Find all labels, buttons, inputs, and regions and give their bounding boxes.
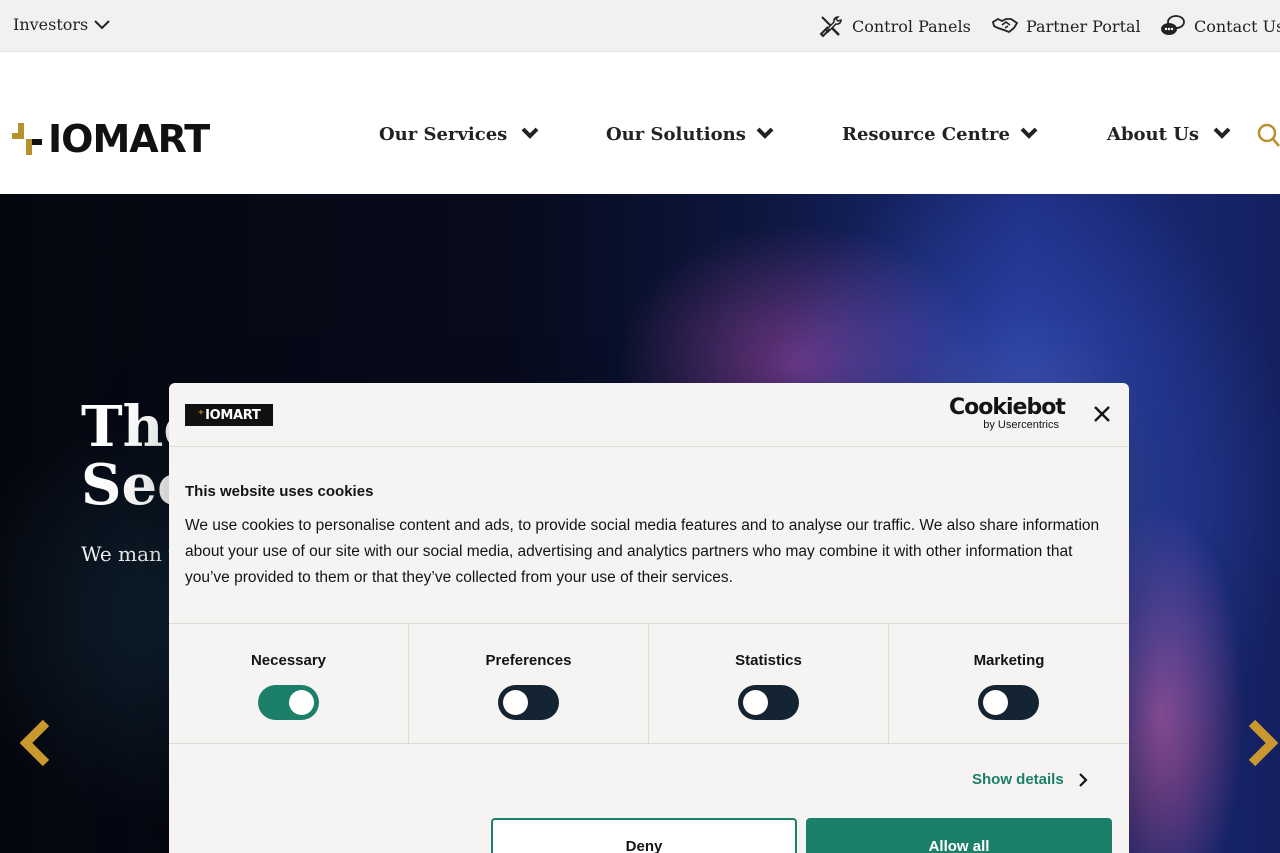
investors-label: Investors <box>13 15 89 34</box>
cookie-dialog-body: We use cookies to personalise content an… <box>185 517 1100 586</box>
previous-slide-arrow-icon[interactable] <box>20 720 52 766</box>
necessary-toggle[interactable] <box>258 685 319 720</box>
logo-mark-icon <box>12 123 42 155</box>
investors-menu[interactable]: Investors <box>13 15 110 34</box>
contact-us-label: Contact Us <box>1194 16 1280 36</box>
search-icon[interactable] <box>1256 122 1280 148</box>
allow-all-button[interactable]: Allow all <box>806 818 1112 853</box>
tools-icon <box>819 16 842 38</box>
cookie-categories: Necessary Preferences Statistics Marketi… <box>169 623 1129 744</box>
category-necessary: Necessary <box>169 624 409 743</box>
chevron-right-icon <box>1078 772 1088 787</box>
cookie-consent-dialog: ⁺ IOMART Cookiebot by Usercentrics This … <box>169 383 1129 853</box>
category-label: Necessary <box>250 652 327 669</box>
cookie-dialog-title: This website uses cookies <box>185 483 374 500</box>
category-statistics: Statistics <box>649 624 889 743</box>
logo-mark-icon: ⁺ <box>197 407 205 423</box>
nav-label: Resource Centre <box>842 124 1010 145</box>
deny-button[interactable]: Deny <box>491 818 797 853</box>
dialog-iomart-logo: ⁺ IOMART <box>185 404 273 426</box>
next-slide-arrow-icon[interactable] <box>1246 720 1280 766</box>
category-label: Marketing <box>973 652 1045 669</box>
dialog-logo-text: IOMART <box>205 407 261 423</box>
chevron-down-icon <box>94 19 110 29</box>
close-icon[interactable] <box>1093 405 1111 423</box>
cookie-dialog-header: ⁺ IOMART Cookiebot by Usercentrics <box>169 383 1129 447</box>
show-details-label: Show details <box>972 771 1064 788</box>
iomart-logo[interactable]: IOMART <box>12 117 210 161</box>
nav-label: About Us <box>1107 124 1200 145</box>
control-panels-label: Control Panels <box>852 16 971 36</box>
nav-resource-centre[interactable]: Resource Centre <box>842 124 1038 145</box>
statistics-toggle[interactable] <box>738 685 799 720</box>
control-panels-link[interactable]: Control Panels <box>818 14 971 38</box>
nav-our-services[interactable]: Our Services <box>379 124 539 145</box>
chevron-down-icon <box>521 127 539 139</box>
chevron-down-icon <box>1213 127 1231 139</box>
handshake-icon <box>992 17 1018 34</box>
show-details-link[interactable]: Show details <box>972 771 1088 788</box>
marketing-toggle[interactable] <box>978 685 1039 720</box>
top-utility-bar: Investors Control Panels Partner Portal … <box>0 0 1280 52</box>
partner-portal-label: Partner Portal <box>1026 16 1141 36</box>
nav-label: Our Services <box>379 124 508 145</box>
category-label: Statistics <box>735 652 802 669</box>
nav-label: Our Solutions <box>606 124 746 145</box>
cookiebot-logo[interactable]: Cookiebot by Usercentrics <box>949 395 1066 432</box>
category-marketing: Marketing <box>889 624 1129 743</box>
logo-text: IOMART <box>48 117 210 161</box>
chevron-down-icon <box>756 127 774 139</box>
cookiebot-brand-sub: by Usercentrics <box>983 419 1059 431</box>
category-preferences: Preferences <box>409 624 649 743</box>
partner-portal-link[interactable]: Partner Portal <box>992 14 1141 38</box>
nav-our-solutions[interactable]: Our Solutions <box>606 124 774 145</box>
cookiebot-brand: Cookiebot <box>949 395 1066 420</box>
chevron-down-icon <box>1020 127 1038 139</box>
category-label: Preferences <box>485 652 572 669</box>
contact-us-link[interactable]: Contact Us <box>1160 14 1280 38</box>
chat-icon <box>1161 15 1185 35</box>
preferences-toggle[interactable] <box>498 685 559 720</box>
nav-about-us[interactable]: About Us <box>1107 124 1231 145</box>
main-header: IOMART Our Services Our Solutions Resour… <box>0 52 1280 194</box>
